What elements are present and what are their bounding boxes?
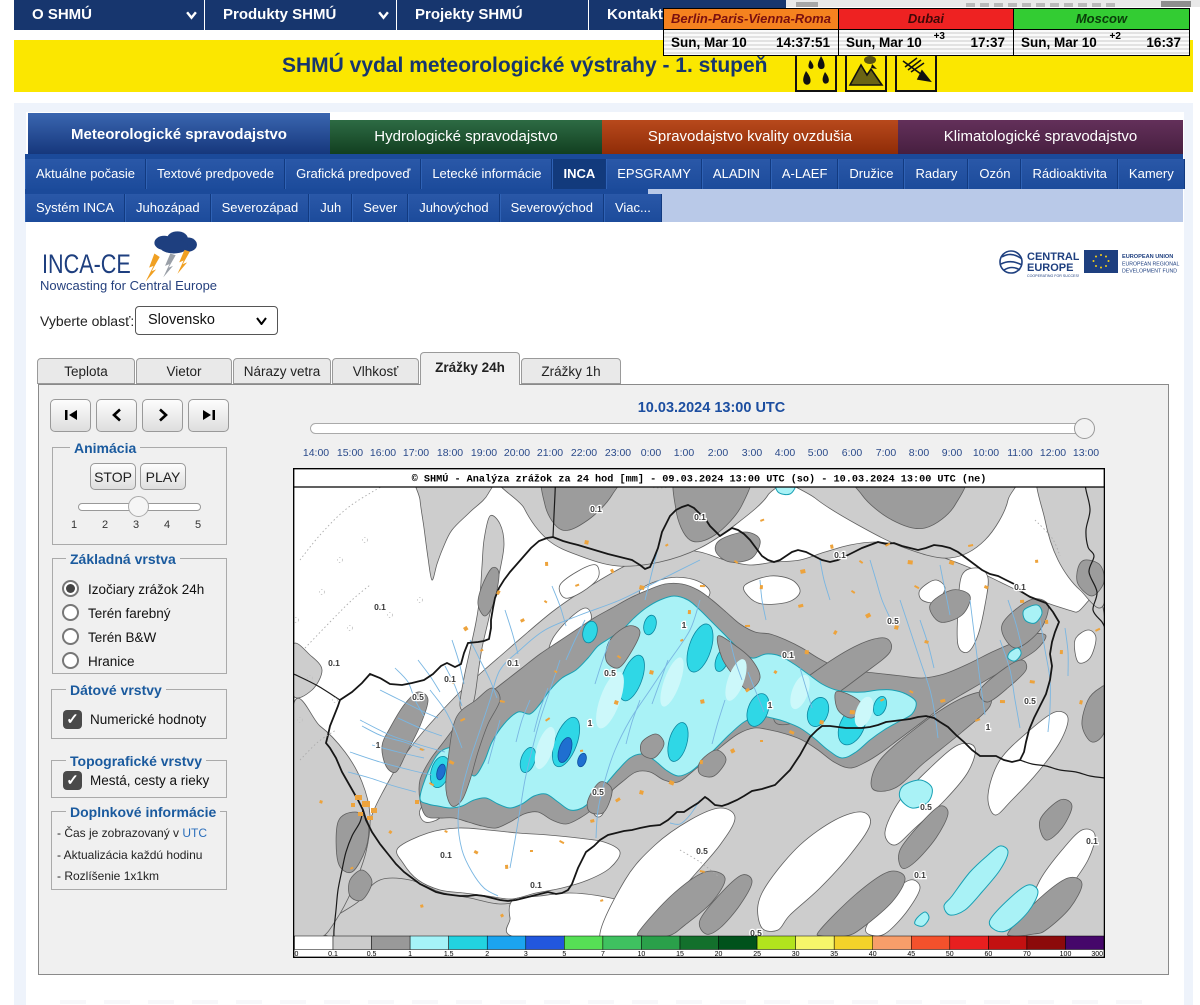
svg-text:0.1: 0.1 bbox=[530, 880, 542, 890]
svg-text:COOPERATING FOR SUCCESS: COOPERATING FOR SUCCESS bbox=[1027, 274, 1079, 278]
svg-text:0.1: 0.1 bbox=[374, 602, 386, 612]
svg-text:0.1: 0.1 bbox=[782, 650, 794, 660]
svg-text:0.5: 0.5 bbox=[1024, 696, 1036, 706]
svg-text:0.5: 0.5 bbox=[887, 616, 899, 626]
svg-text:1: 1 bbox=[588, 718, 593, 728]
svg-text:0.1: 0.1 bbox=[444, 674, 456, 684]
svg-text:© SHMÚ - Analýza zrážok za 24: © SHMÚ - Analýza zrážok za 24 hod [mm] -… bbox=[412, 472, 987, 486]
svg-text:1: 1 bbox=[682, 620, 687, 630]
svg-text:0.5: 0.5 bbox=[920, 802, 932, 812]
svg-text:0.1: 0.1 bbox=[590, 504, 602, 514]
svg-text:1: 1 bbox=[768, 700, 773, 710]
svg-text:0.1: 0.1 bbox=[694, 512, 706, 522]
svg-text:EUROPEAN REGIONAL: EUROPEAN REGIONAL bbox=[1122, 262, 1179, 268]
svg-text:0.5: 0.5 bbox=[412, 692, 424, 702]
svg-text:0.1: 0.1 bbox=[440, 850, 452, 860]
svg-text:0.1: 0.1 bbox=[1014, 582, 1026, 592]
svg-text:0.1: 0.1 bbox=[507, 658, 519, 668]
svg-text:0.5: 0.5 bbox=[696, 846, 708, 856]
svg-text:1: 1 bbox=[986, 722, 991, 732]
svg-text:0.1: 0.1 bbox=[328, 658, 340, 668]
svg-text:0.5: 0.5 bbox=[592, 787, 604, 797]
svg-text:DEVELOPMENT FUND: DEVELOPMENT FUND bbox=[1122, 269, 1177, 275]
svg-text:0.1: 0.1 bbox=[834, 550, 846, 560]
svg-text:EUROPE: EUROPE bbox=[1027, 262, 1073, 274]
svg-text:EUROPEAN UNION: EUROPEAN UNION bbox=[1122, 254, 1173, 260]
svg-text:0.1: 0.1 bbox=[914, 870, 926, 880]
svg-text:1: 1 bbox=[376, 740, 381, 750]
svg-text:0.1: 0.1 bbox=[1086, 836, 1098, 846]
svg-text:0.5: 0.5 bbox=[604, 668, 616, 678]
